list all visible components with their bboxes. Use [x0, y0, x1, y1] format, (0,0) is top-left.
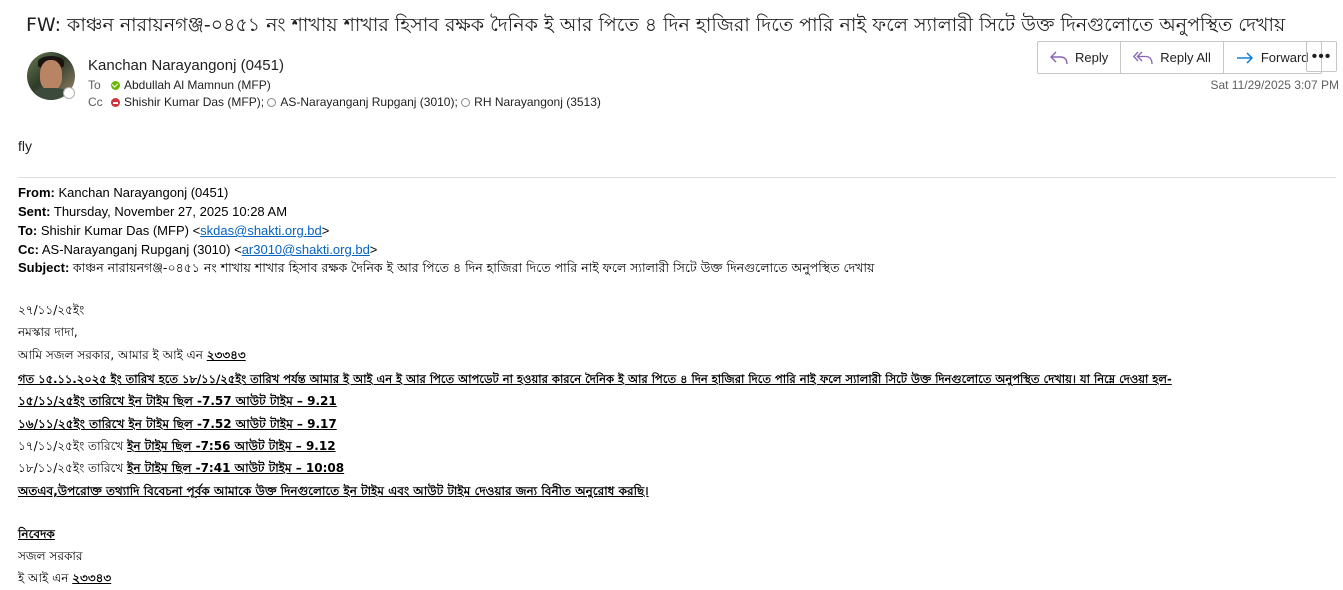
email-subject: FW: কাঞ্চন নারায়নগঞ্জ-০৪৫১ নং শাখায় শা…: [26, 14, 1286, 36]
fwd-sent-label: Sent:: [18, 204, 51, 219]
reply-button[interactable]: Reply: [1038, 42, 1122, 73]
forward-divider: [18, 177, 1336, 178]
attendance-times: ইন টাইম ছিল -7:41 আউট টাইম – 10:08: [127, 461, 345, 475]
available-icon: [111, 81, 120, 90]
reply-all-icon: [1133, 51, 1153, 64]
cc-row: Cc Shishir Kumar Das (MFP); AS-Narayangan…: [88, 95, 601, 109]
reply-all-button[interactable]: Reply All: [1121, 42, 1224, 73]
fwd-cc-line: Cc: AS-Narayanganj Rupganj (3010) <ar301…: [18, 242, 377, 257]
to-label: To: [88, 78, 101, 92]
message-intro: fly: [18, 138, 32, 154]
recipient-to[interactable]: Abdullah Al Mamnun (MFP): [124, 78, 271, 92]
fwd-to-line: To: Shishir Kumar Das (MFP) <skdas@shakt…: [18, 223, 329, 238]
reply-icon: [1050, 51, 1068, 64]
letter-request: অতএব,উপরোক্ত তথ্যাদি বিবেচনা পূর্বক আমাক…: [18, 484, 649, 498]
offline-icon: [267, 98, 277, 107]
attendance-line: ১৮/১১/২৫ইং তারিখে ইন টাইম ছিল -7:41 আউট …: [18, 460, 344, 480]
offline-icon: [461, 98, 471, 107]
reply-label: Reply: [1075, 50, 1109, 65]
letter-date: ২৭/১১/২৫ইং: [18, 303, 85, 317]
fwd-cc-name: AS-Narayanganj Rupganj (3010) <: [41, 242, 242, 257]
attendance-date: ১৭/১১/২৫ইং তারিখে: [18, 439, 128, 453]
letter-intro: আমি সজল সরকার, আমার ই আই এন: [18, 348, 207, 362]
sign-label: নিবেদক: [18, 527, 55, 541]
sign-id-line: ই আই এন ২৩৩৪৩: [18, 570, 111, 590]
attendance-line: ১৬/১১/২৫ইং তারিখে ইন টাইম ছিল -7.52 আউট …: [18, 417, 337, 431]
fwd-subject-line: Subject: কাঞ্চন নারায়নগঞ্জ-০৪৫১ নং শাখা…: [18, 260, 874, 280]
fwd-cc-email-link[interactable]: ar3010@shakti.org.bd: [242, 242, 370, 257]
letter-intro-id: ২৩৩৪৩: [206, 348, 246, 362]
reply-all-label: Reply All: [1160, 50, 1211, 65]
fwd-to-name: Shishir Kumar Das (MFP) <: [40, 223, 201, 238]
letter-paragraph: গত ১৫.১১.২০২৫ ইং তারিখ হতে ১৮/১১/২৫ইং তা…: [18, 372, 1172, 386]
letter-intro-line: আমি সজল সরকার, আমার ই আই এন ২৩৩৪৩: [18, 347, 246, 367]
recipient-cc[interactable]: RH Narayangonj (3513): [474, 95, 601, 109]
sign-name: সজল সরকার: [18, 549, 83, 563]
fwd-from-label: From:: [18, 185, 55, 200]
attendance-date: ১৮/১১/২৫ইং তারিখে: [18, 461, 128, 475]
fwd-to-email-link[interactable]: skdas@shakti.org.bd: [200, 223, 322, 238]
fwd-to-close: >: [321, 223, 330, 238]
more-actions-button[interactable]: •••: [1306, 41, 1337, 72]
cc-label: Cc: [88, 95, 103, 109]
forward-label: Forward: [1260, 50, 1309, 65]
sign-id-label: ই আই এন: [18, 571, 73, 585]
fwd-to-label: To:: [18, 223, 38, 238]
attendance-line: ১৫/১১/২৫ইং তারিখে ইন টাইম ছিল -7.57 আউট …: [18, 394, 337, 408]
fwd-from: Kanchan Narayangonj (0451): [58, 185, 229, 200]
to-row: To Abdullah Al Mamnun (MFP): [88, 78, 271, 92]
busy-icon: [111, 98, 120, 107]
attendance-line: ১৭/১১/২৫ইং তারিখে ইন টাইম ছিল -7:56 আউট …: [18, 438, 336, 458]
fwd-sent-line: Sent: Thursday, November 27, 2025 10:28 …: [18, 204, 287, 219]
message-actions: Reply Reply All Forward: [1037, 41, 1322, 74]
fwd-from-line: From: Kanchan Narayangonj (0451): [18, 185, 228, 200]
attendance-times: ইন টাইম ছিল -7:56 আউট টাইম – 9.12: [127, 439, 336, 453]
sender-name[interactable]: Kanchan Narayangonj (0451): [88, 57, 284, 74]
fwd-cc-label: Cc:: [18, 242, 39, 257]
presence-status-icon: [63, 87, 75, 99]
fwd-cc-close: >: [369, 242, 378, 257]
forward-icon: [1236, 52, 1253, 63]
recipient-cc[interactable]: Shishir Kumar Das (MFP);: [124, 95, 264, 109]
sign-id: ২৩৩৪৩: [72, 571, 112, 585]
recipient-cc[interactable]: AS-Narayanganj Rupganj (3010);: [280, 95, 457, 109]
letter-greeting: নমস্কার দাদা,: [18, 325, 78, 339]
fwd-subject: কাঞ্চন নারায়নগঞ্জ-০৪৫১ নং শাখায় শাখার …: [72, 260, 875, 275]
received-date: Sat 11/29/2025 3:07 PM: [1210, 78, 1339, 92]
fwd-subject-label: Subject:: [18, 260, 70, 275]
fwd-sent: Thursday, November 27, 2025 10:28 AM: [53, 204, 288, 219]
